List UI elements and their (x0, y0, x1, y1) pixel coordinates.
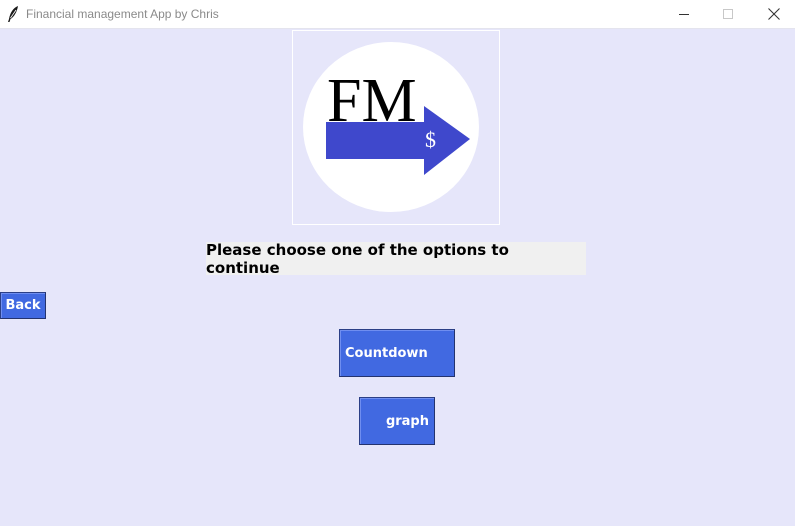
close-icon (768, 8, 780, 20)
logo-currency-symbol: $ (425, 127, 436, 152)
feather-icon (8, 6, 18, 22)
maximize-icon (723, 9, 733, 19)
graph-button[interactable]: graph (359, 397, 435, 445)
instruction-label: Please choose one of the options to cont… (206, 241, 586, 277)
close-button[interactable] (751, 0, 795, 28)
minimize-icon (679, 14, 689, 15)
back-button[interactable]: Back (0, 292, 46, 319)
minimize-button[interactable] (661, 0, 707, 28)
logo-frame: FM $ (292, 30, 500, 225)
maximize-button[interactable] (705, 0, 751, 28)
window-title: Financial management App by Chris (26, 7, 219, 21)
app-logo: FM $ (303, 42, 479, 212)
countdown-button[interactable]: Countdown (339, 329, 455, 377)
title-bar: Financial management App by Chris (0, 0, 795, 29)
